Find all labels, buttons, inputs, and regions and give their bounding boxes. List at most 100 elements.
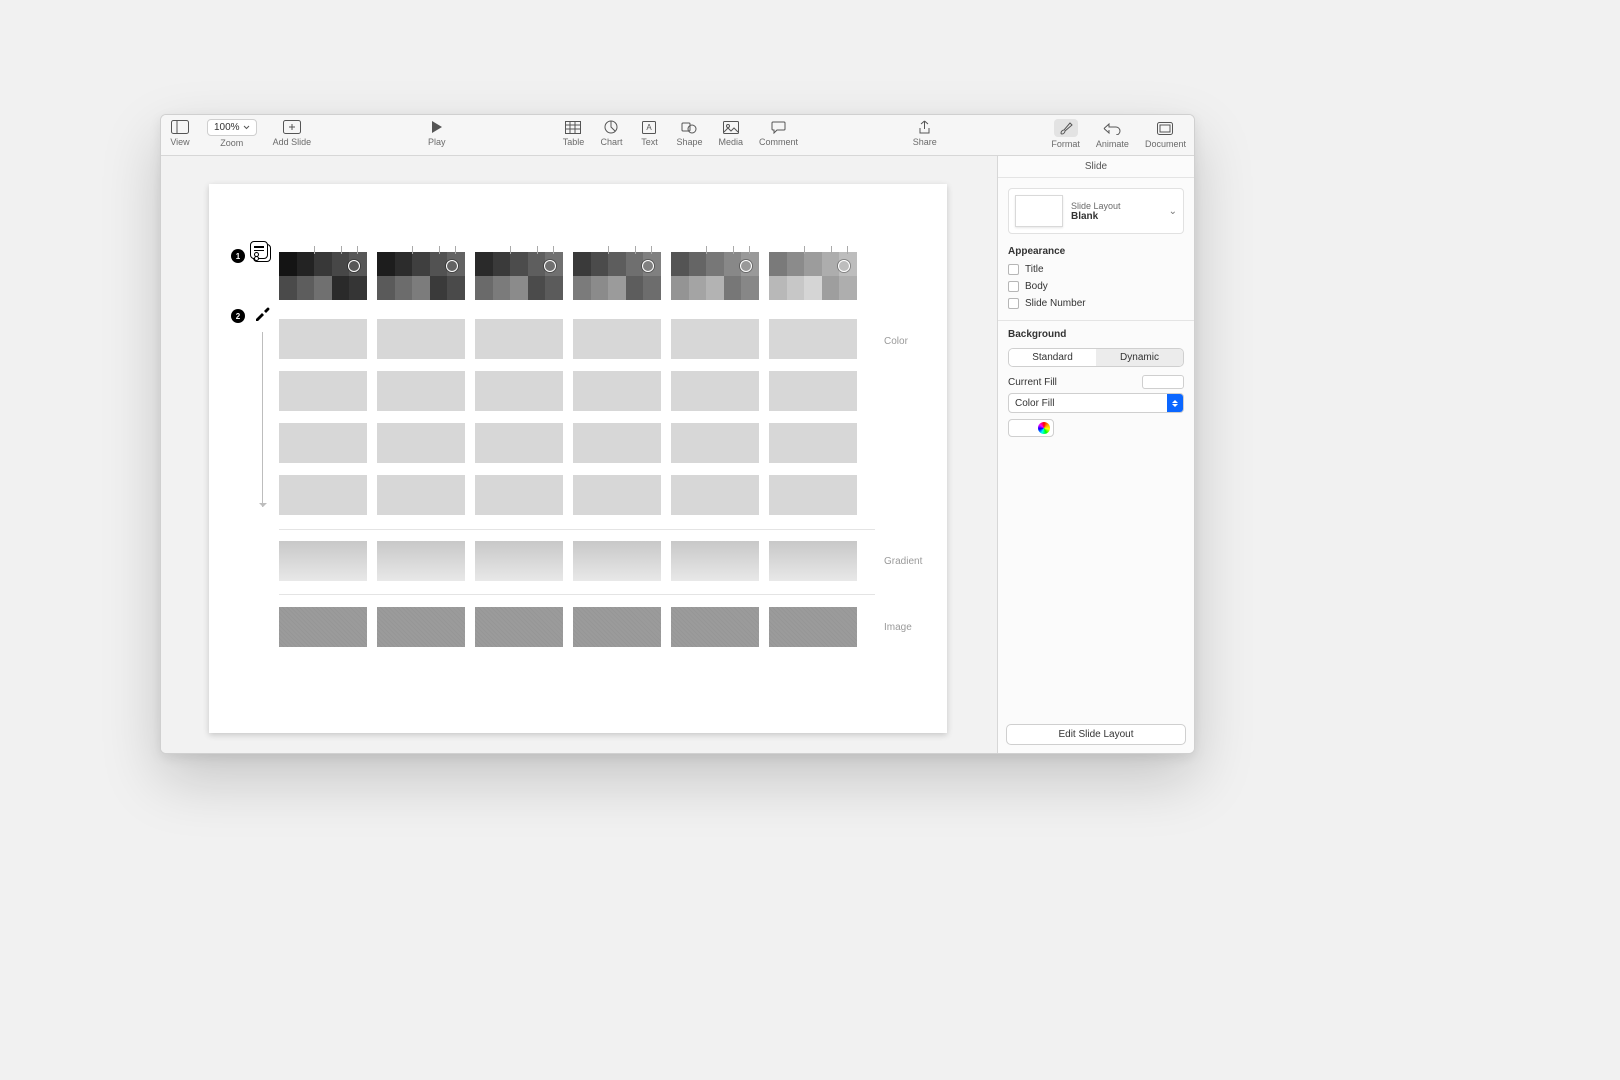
canvas-area[interactable]: 1 2 [161, 156, 997, 753]
gradient-slot[interactable] [769, 541, 857, 581]
slide[interactable]: 1 2 [209, 184, 947, 733]
document-tab[interactable]: Document [1145, 119, 1186, 149]
color-slot[interactable] [279, 423, 367, 463]
selection-ring-icon [544, 260, 556, 272]
share-button[interactable]: Share [913, 119, 937, 147]
selection-ring-icon [446, 260, 458, 272]
play-button[interactable]: Play [426, 119, 448, 147]
palette-swatch[interactable] [475, 252, 563, 300]
zoom-label: Zoom [220, 138, 243, 148]
gradient-slot[interactable] [671, 541, 759, 581]
color-slot[interactable] [279, 371, 367, 411]
color-slot[interactable] [279, 475, 367, 515]
palette-swatch[interactable] [769, 252, 857, 300]
zoom-button[interactable]: 100% Zoom [207, 119, 257, 148]
svg-text:A: A [647, 123, 653, 132]
palette-swatch[interactable] [671, 252, 759, 300]
color-slot[interactable] [377, 319, 465, 359]
segment-standard[interactable]: Standard [1009, 349, 1096, 366]
checkbox-title-label: Title [1025, 264, 1044, 275]
image-slot[interactable] [377, 607, 465, 647]
palette-swatch[interactable] [573, 252, 661, 300]
image-slot[interactable] [475, 607, 563, 647]
chart-button[interactable]: Chart [600, 119, 622, 147]
checkbox-slidenum-label: Slide Number [1025, 298, 1086, 309]
color-row [279, 319, 857, 359]
image-slot[interactable] [671, 607, 759, 647]
document-icon [1157, 122, 1173, 135]
color-slot[interactable] [671, 475, 759, 515]
comment-label: Comment [759, 137, 798, 147]
selection-ring-icon [740, 260, 752, 272]
text-icon: A [638, 119, 660, 135]
color-slot[interactable] [769, 371, 857, 411]
animate-tab[interactable]: Animate [1096, 119, 1129, 149]
table-label: Table [563, 137, 585, 147]
color-slot[interactable] [377, 423, 465, 463]
current-fill-swatch[interactable] [1142, 375, 1184, 389]
color-slot[interactable] [573, 319, 661, 359]
checkbox-title[interactable]: Title [998, 261, 1194, 278]
layout-caption: Slide Layout [1071, 201, 1121, 211]
color-well[interactable] [1008, 419, 1054, 437]
text-button[interactable]: A Text [638, 119, 660, 147]
color-slot[interactable] [475, 319, 563, 359]
color-slot[interactable] [475, 475, 563, 515]
gradient-row [279, 541, 857, 581]
colorwheel-icon [1038, 422, 1050, 434]
background-mode-segment[interactable]: Standard Dynamic [1008, 348, 1184, 367]
color-slot[interactable] [671, 319, 759, 359]
slide-layout-picker[interactable]: Slide Layout Blank ⌄ [1008, 188, 1184, 234]
color-slot[interactable] [573, 475, 661, 515]
animate-icon [1103, 122, 1121, 135]
segment-dynamic[interactable]: Dynamic [1096, 349, 1183, 366]
format-tab[interactable]: Format [1051, 119, 1080, 149]
checkbox-body[interactable]: Body [998, 278, 1194, 295]
view-button[interactable]: View [169, 119, 191, 148]
palette-swatch[interactable] [279, 252, 367, 300]
color-slot[interactable] [769, 423, 857, 463]
checkbox-icon [1008, 298, 1019, 309]
media-icon [720, 119, 742, 135]
color-slot[interactable] [573, 423, 661, 463]
color-slot[interactable] [671, 423, 759, 463]
media-label: Media [719, 137, 744, 147]
palette-swatch[interactable] [377, 252, 465, 300]
image-slot[interactable] [573, 607, 661, 647]
color-slot[interactable] [475, 423, 563, 463]
add-slide-button[interactable]: Add Slide [273, 119, 312, 148]
color-slot[interactable] [279, 319, 367, 359]
label-color: Color [884, 336, 908, 347]
layout-thumbnail [1015, 195, 1063, 227]
chart-icon [600, 119, 622, 135]
image-slot[interactable] [769, 607, 857, 647]
media-button[interactable]: Media [719, 119, 744, 147]
color-slot[interactable] [377, 475, 465, 515]
animate-label: Animate [1096, 139, 1129, 149]
table-button[interactable]: Table [562, 119, 584, 147]
checkbox-icon [1008, 264, 1019, 275]
gradient-slot[interactable] [475, 541, 563, 581]
checkbox-icon [1008, 281, 1019, 292]
shape-button[interactable]: Shape [676, 119, 702, 147]
brush-icon [1058, 121, 1074, 136]
color-slot[interactable] [769, 319, 857, 359]
image-row [279, 607, 857, 647]
separator [279, 529, 875, 530]
step-badge-2: 2 [231, 309, 245, 323]
gradient-slot[interactable] [377, 541, 465, 581]
fill-type-dropdown[interactable]: Color Fill [1008, 393, 1184, 413]
comment-button[interactable]: Comment [759, 119, 798, 147]
color-slot[interactable] [671, 371, 759, 411]
color-slot[interactable] [475, 371, 563, 411]
gradient-slot[interactable] [279, 541, 367, 581]
gradient-slot[interactable] [573, 541, 661, 581]
image-slot[interactable] [279, 607, 367, 647]
color-slot[interactable] [377, 371, 465, 411]
edit-slide-layout-button[interactable]: Edit Slide Layout [1006, 724, 1186, 745]
color-slot[interactable] [769, 475, 857, 515]
color-slot[interactable] [573, 371, 661, 411]
checkbox-slide-number[interactable]: Slide Number [998, 295, 1194, 312]
zoom-value-box[interactable]: 100% [207, 119, 257, 136]
comment-icon [768, 119, 790, 135]
